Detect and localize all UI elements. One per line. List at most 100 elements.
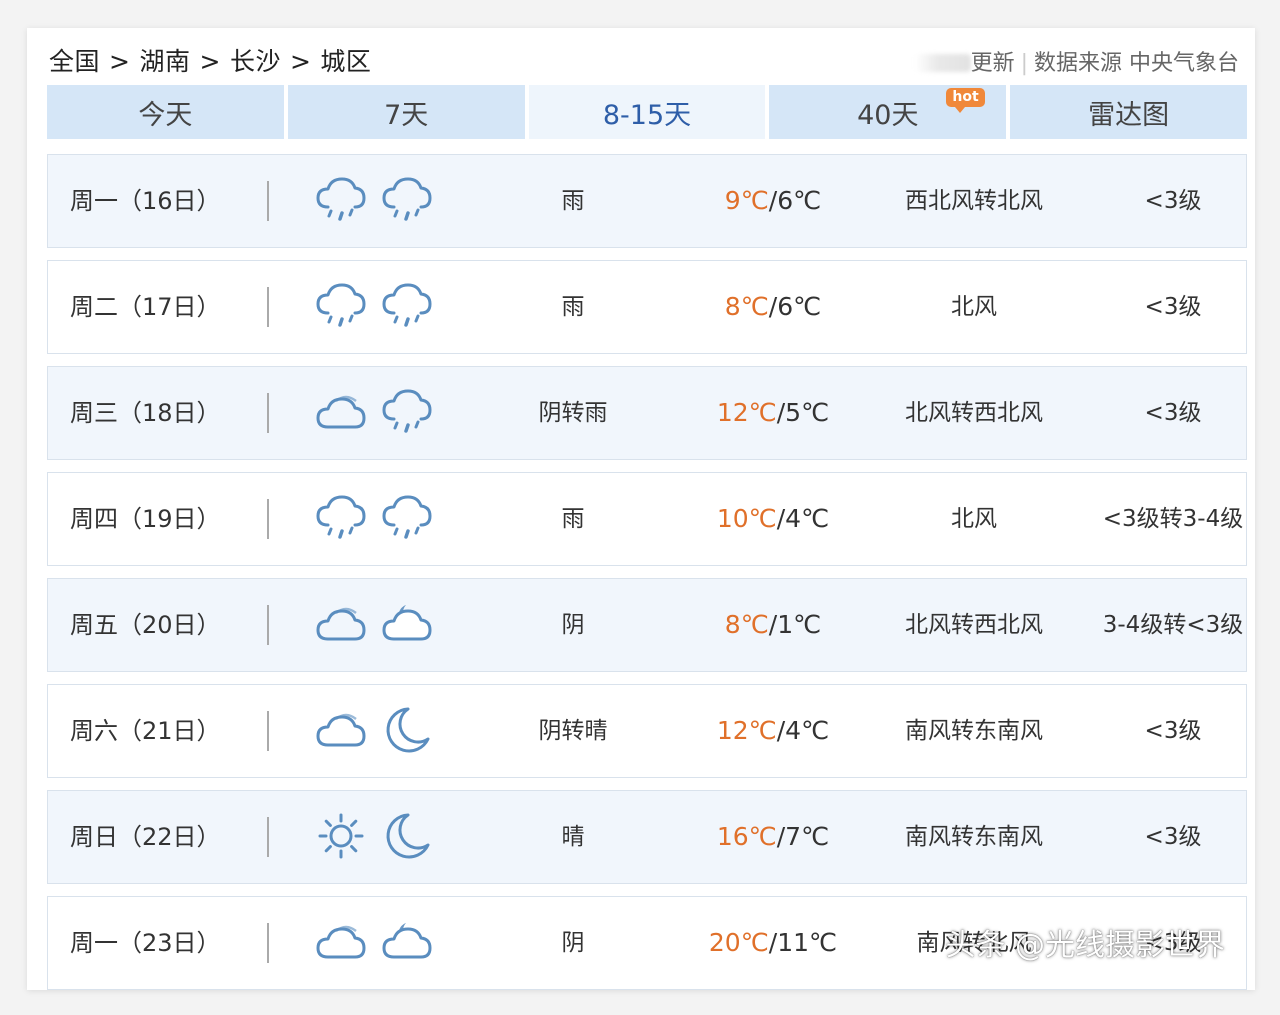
temp-high: 12℃ xyxy=(716,398,777,427)
update-time-blurred xyxy=(914,54,971,72)
temp-separator: / xyxy=(768,292,778,321)
day-date: 周三（18日） xyxy=(70,399,221,427)
temp-low: 1℃ xyxy=(777,610,822,639)
breadcrumb-separator: > xyxy=(199,47,221,76)
tab-label: 雷达图 xyxy=(1088,99,1170,131)
day-date: 周六（21日） xyxy=(70,717,221,745)
temp-high: 8℃ xyxy=(724,610,769,639)
weather-condition: 阴 xyxy=(561,612,585,638)
forecast-card: 全国 > 湖南 > 长沙 > 城区 更新 | 数据来源 中央气象台 今天 7天 8-15天 40… xyxy=(27,28,1255,990)
rain-cloud-icon xyxy=(380,281,434,331)
rain-cloud-icon xyxy=(380,175,434,225)
forecast-row: 周二（17日） 雨 8℃/6℃ 北风 <3级 xyxy=(47,260,1247,354)
divider xyxy=(267,287,269,327)
temp-separator: / xyxy=(768,186,778,215)
temperature-range: 20℃/11℃ xyxy=(673,897,873,989)
temp-low: 4℃ xyxy=(785,716,830,745)
temp-low: 5℃ xyxy=(785,398,830,427)
weather-condition: 雨 xyxy=(561,506,585,532)
weather-condition: 阴 xyxy=(561,930,585,956)
wind-level: <3级转3-4级 xyxy=(1102,506,1244,532)
hot-badge: hot xyxy=(946,88,985,113)
temp-high: 10℃ xyxy=(716,504,777,533)
cloud-icon xyxy=(314,917,368,967)
divider xyxy=(267,817,269,857)
top-bar: 全国 > 湖南 > 长沙 > 城区 更新 | 数据来源 中央气象台 xyxy=(27,28,1255,86)
temp-separator: / xyxy=(776,716,786,745)
temp-low: 11℃ xyxy=(777,928,838,957)
temp-low: 7℃ xyxy=(785,822,830,851)
breadcrumb-item-country[interactable]: 全国 xyxy=(49,47,100,76)
day-date: 周五（20日） xyxy=(70,611,221,639)
rain-cloud-icon xyxy=(314,281,368,331)
cloud-icon xyxy=(314,705,368,755)
breadcrumb-item-province[interactable]: 湖南 xyxy=(139,47,190,76)
day-date: 周一（16日） xyxy=(70,187,221,215)
weather-condition: 雨 xyxy=(561,294,585,320)
temp-high: 20℃ xyxy=(708,928,769,957)
divider xyxy=(267,181,269,221)
cloud-icon xyxy=(314,387,368,437)
update-label: 更新 xyxy=(970,51,1015,76)
wind-direction: 北风转西北风 xyxy=(905,612,1043,638)
wind-level: <3级 xyxy=(1144,294,1202,320)
divider xyxy=(267,605,269,645)
forecast-row: 周日（22日） 晴 16℃/7℃ 南风转东南风 <3级 xyxy=(47,790,1247,884)
temperature-range: 8℃/1℃ xyxy=(673,579,873,671)
day-date: 周四（19日） xyxy=(70,505,221,533)
wind-level: <3级 xyxy=(1144,400,1202,426)
data-source-info: 更新 | 数据来源 中央气象台 xyxy=(914,45,1239,77)
temperature-range: 8℃/6℃ xyxy=(673,261,873,353)
forecast-tabs: 今天 7天 8-15天 40天 hot 雷达图 xyxy=(47,85,1247,139)
temp-high: 9℃ xyxy=(724,186,769,215)
tab-label: 7天 xyxy=(384,99,429,131)
wind-level: <3级 xyxy=(1144,718,1202,744)
divider xyxy=(267,711,269,751)
tab-label: 40天 xyxy=(857,99,919,131)
forecast-row: 周三（18日） 阴转雨 12℃/5℃ 北风转西北风 <3级 xyxy=(47,366,1247,460)
breadcrumb-separator: > xyxy=(109,47,131,76)
temperature-range: 9℃/6℃ xyxy=(673,155,873,247)
rain-cloud-icon xyxy=(380,493,434,543)
breadcrumb-item-city[interactable]: 长沙 xyxy=(230,47,281,76)
sun-icon xyxy=(314,811,368,861)
temp-separator: / xyxy=(776,398,786,427)
temperature-range: 12℃/5℃ xyxy=(673,367,873,459)
temp-high: 12℃ xyxy=(716,716,777,745)
forecast-list: 周一（16日） 雨 9℃/6℃ 西北风转北风 <3级 周二（17日） 雨 8℃/… xyxy=(47,154,1247,1002)
tab-radar[interactable]: 雷达图 xyxy=(1010,85,1247,139)
tab-7-days[interactable]: 7天 xyxy=(287,85,525,139)
watermark: 头条 @光线摄影世界 xyxy=(945,928,1225,963)
temp-separator: / xyxy=(776,822,786,851)
breadcrumb-item-district: 城区 xyxy=(320,47,372,76)
day-date: 周日（22日） xyxy=(70,823,221,851)
wind-direction: 南风转东南风 xyxy=(905,824,1043,850)
tab-8-15-days[interactable]: 8-15天 xyxy=(528,85,766,139)
weather-condition: 晴 xyxy=(561,824,585,850)
divider xyxy=(267,923,269,963)
temp-low: 4℃ xyxy=(785,504,830,533)
weather-condition: 阴转晴 xyxy=(538,718,608,744)
wind-level: <3级 xyxy=(1144,188,1202,214)
tab-40-days[interactable]: 40天 hot xyxy=(769,85,1007,139)
cloud-moon-icon xyxy=(380,599,434,649)
wind-direction: 北风 xyxy=(951,294,997,320)
forecast-row: 周一（16日） 雨 9℃/6℃ 西北风转北风 <3级 xyxy=(47,154,1247,248)
wind-level: 3-4级转<3级 xyxy=(1102,612,1244,638)
temp-separator: / xyxy=(776,504,786,533)
temp-high: 8℃ xyxy=(724,292,769,321)
moon-icon xyxy=(380,705,434,755)
forecast-row: 周六（21日） 阴转晴 12℃/4℃ 南风转东南风 <3级 xyxy=(47,684,1247,778)
weather-condition: 雨 xyxy=(561,188,585,214)
rain-cloud-icon xyxy=(314,175,368,225)
temperature-range: 10℃/4℃ xyxy=(673,473,873,565)
divider xyxy=(267,393,269,433)
tab-today[interactable]: 今天 xyxy=(47,85,284,139)
moon-icon xyxy=(380,811,434,861)
wind-direction: 西北风转北风 xyxy=(905,188,1043,214)
data-source-label: 数据来源 中央气象台 xyxy=(1034,51,1239,76)
temperature-range: 12℃/4℃ xyxy=(673,685,873,777)
temperature-range: 16℃/7℃ xyxy=(673,791,873,883)
temp-high: 16℃ xyxy=(716,822,777,851)
temp-low: 6℃ xyxy=(777,292,822,321)
